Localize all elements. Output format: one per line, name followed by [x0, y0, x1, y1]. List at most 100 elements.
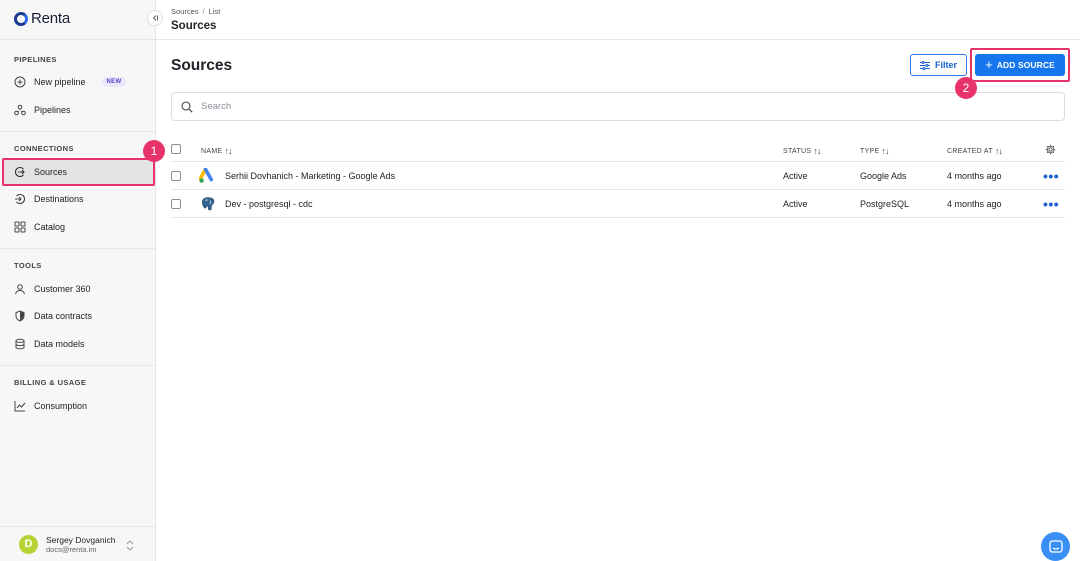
sort-icon: ↑↓ [994, 146, 1003, 156]
cell-type: PostgreSQL [860, 199, 910, 209]
step-badge-1: 1 [143, 140, 165, 162]
avatar: D [19, 534, 38, 554]
sidebar-item-label: Customer 360 [34, 284, 91, 294]
gear-icon [1045, 144, 1056, 155]
section-title-connections: CONNECTIONS [14, 144, 74, 153]
column-label: NAME [201, 147, 223, 155]
catalog-icon [14, 221, 26, 233]
sort-icon: ↑↓ [224, 146, 232, 156]
filter-button[interactable]: Filter [910, 54, 967, 76]
column-label: STATUS [783, 147, 812, 155]
select-all-checkbox[interactable] [171, 144, 181, 154]
breadcrumb-item: List [208, 7, 221, 16]
row-checkbox[interactable] [171, 199, 181, 209]
logo[interactable]: Renta [14, 10, 70, 27]
shield-icon [14, 310, 26, 322]
divider [0, 131, 155, 132]
cell-created-at: 4 months ago [947, 171, 1002, 181]
sidebar-item-label: Pipelines [34, 105, 71, 115]
table-header: NAME ↑↓ STATUS ↑↓ TYPE ↑↓ CREATED AT ↑↓ [171, 140, 1065, 162]
source-name[interactable]: Serhii Dovhanich - Marketing - Google Ad… [225, 171, 395, 181]
sidebar-item-destinations[interactable]: Destinations [4, 186, 154, 212]
table-row[interactable]: Dev - postgresql - cdc Active PostgreSQL… [171, 190, 1065, 218]
column-header-created-at[interactable]: CREATED AT ↑↓ [947, 146, 1003, 156]
database-icon [14, 338, 26, 350]
row-select [171, 190, 181, 218]
sort-icon: ↑↓ [813, 146, 821, 156]
new-badge: NEW [101, 77, 127, 87]
cell-status: Active [783, 171, 808, 181]
breadcrumb: Sources / List [171, 7, 221, 16]
column-label: CREATED AT [947, 147, 993, 155]
table-row[interactable]: Serhii Dovhanich - Marketing - Google Ad… [171, 162, 1065, 190]
sidebar-item-data-contracts[interactable]: Data contracts [4, 303, 154, 329]
user-menu[interactable]: D Sergey Dovganich docs@renta.im [0, 526, 155, 561]
sidebar-item-pipelines[interactable]: Pipelines [4, 97, 154, 123]
section-title-billing: BILLING & USAGE [14, 378, 87, 387]
cell-type: Google Ads [860, 171, 907, 181]
column-header-status[interactable]: STATUS ↑↓ [783, 146, 821, 156]
row-actions-button[interactable]: ••• [1043, 190, 1059, 218]
chart-icon [14, 400, 26, 412]
sidebar-item-catalog[interactable]: Catalog [4, 214, 154, 240]
row-actions-button[interactable]: ••• [1043, 162, 1059, 190]
sidebar-item-customer-360[interactable]: Customer 360 [4, 276, 154, 302]
column-header-name[interactable]: NAME ↑↓ [201, 146, 232, 156]
highlight-add-source [970, 48, 1070, 82]
user-name: Sergey Dovganich [46, 534, 116, 545]
cell-status: Active [783, 199, 808, 209]
filter-label: Filter [934, 60, 957, 70]
more-horizontal-icon: ••• [1043, 196, 1060, 212]
section-title-pipelines: PIPELINES [14, 55, 57, 64]
row-checkbox[interactable] [171, 171, 181, 181]
collapse-icon [152, 15, 158, 21]
cell-name: Serhii Dovhanich - Marketing - Google Ad… [199, 162, 395, 190]
sidebar-item-label: Catalog [34, 222, 66, 232]
divider [0, 365, 155, 366]
chat-button[interactable] [1041, 532, 1070, 561]
destination-icon [14, 193, 26, 205]
breadcrumb-item[interactable]: Sources [171, 7, 199, 16]
sidebar-item-new-pipeline[interactable]: New pipeline NEW [4, 69, 154, 95]
column-label: TYPE [860, 147, 880, 155]
renta-logo-icon [14, 11, 28, 26]
sidebar-item-label: Data contracts [34, 311, 93, 321]
top-bar: Sources / List Sources [156, 0, 1080, 40]
collapse-sidebar-button[interactable] [147, 10, 163, 26]
user-icon [14, 283, 26, 295]
search-icon [181, 100, 193, 113]
postgresql-icon [199, 195, 217, 213]
step-badge-2: 2 [955, 77, 977, 99]
column-settings-button[interactable] [1045, 144, 1056, 155]
column-header-type[interactable]: TYPE ↑↓ [860, 146, 889, 156]
header-title: Sources [171, 20, 217, 32]
cell-name: Dev - postgresql - cdc [199, 190, 313, 218]
sidebar-item-label: Consumption [34, 401, 88, 411]
chevron-up-down-icon [126, 540, 134, 551]
cell-created-at: 4 months ago [947, 199, 1002, 209]
section-title-tools: TOOLS [14, 261, 42, 270]
pipelines-icon [14, 104, 26, 116]
search-box[interactable] [171, 92, 1065, 121]
search-input[interactable] [201, 101, 801, 112]
divider [0, 248, 155, 249]
sort-icon: ↑↓ [881, 146, 889, 156]
sidebar-item-label: Destinations [34, 194, 84, 204]
sidebar-item-label: Data models [34, 339, 85, 349]
source-name[interactable]: Dev - postgresql - cdc [225, 199, 313, 209]
sidebar-item-label: New pipeline [34, 77, 86, 87]
page-title: Sources [171, 57, 233, 74]
plus-circle-icon [14, 76, 26, 88]
filter-icon [919, 60, 930, 70]
sidebar-item-consumption[interactable]: Consumption [4, 393, 154, 419]
google-ads-icon [199, 167, 217, 185]
sidebar: Renta PIPELINES New pipeline NEW Pipelin… [0, 0, 156, 561]
chat-icon [1048, 539, 1063, 553]
row-select [171, 162, 181, 190]
sidebar-item-data-models[interactable]: Data models [4, 331, 154, 357]
more-horizontal-icon: ••• [1043, 168, 1060, 184]
user-email: docs@renta.im [46, 544, 97, 554]
highlight-sources [2, 158, 155, 186]
brand-name: Renta [31, 10, 71, 27]
divider [0, 39, 155, 40]
